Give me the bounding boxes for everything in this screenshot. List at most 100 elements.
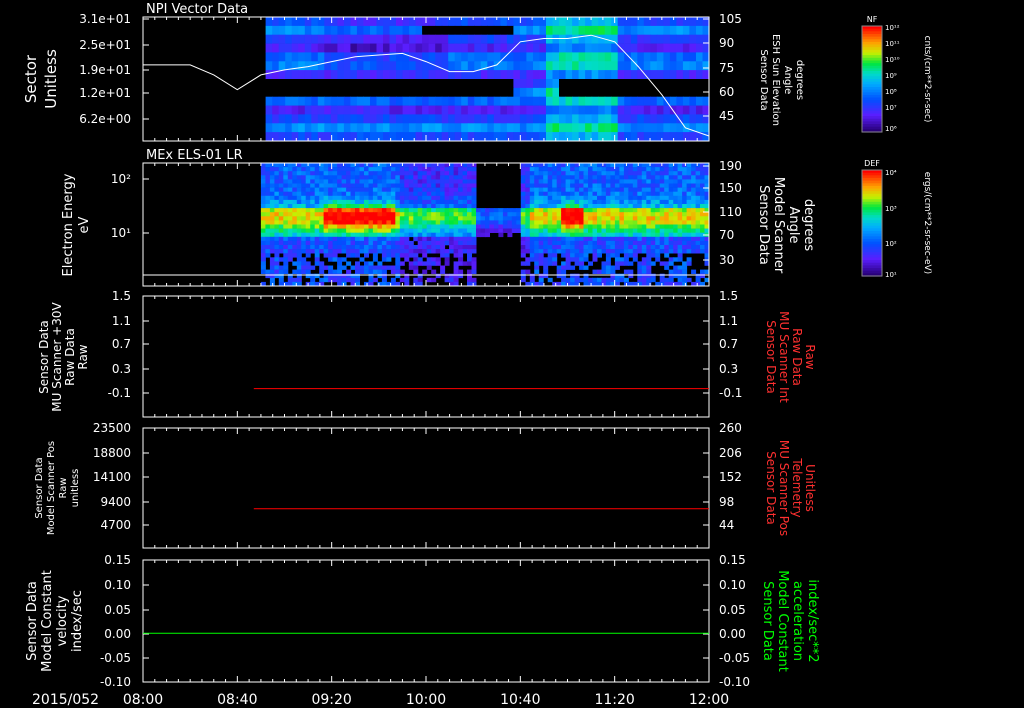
els-cell	[623, 191, 629, 197]
els-cell	[453, 269, 459, 274]
els-cell	[346, 204, 352, 209]
els-cell	[632, 257, 638, 262]
els-cell	[700, 167, 705, 172]
els-cell	[543, 245, 549, 250]
els-cell	[337, 175, 343, 180]
npi-cell	[682, 114, 690, 124]
right-y-axis-label: ESH Sun Elevation	[770, 34, 781, 126]
els-cell	[673, 216, 679, 221]
els-cell	[538, 171, 544, 176]
npi-cell	[598, 123, 606, 133]
npi-cell	[546, 87, 554, 98]
els-cell	[538, 261, 544, 266]
els-cell	[337, 167, 343, 172]
els-cell	[301, 175, 307, 180]
els-cell	[556, 191, 562, 197]
els-cell	[467, 212, 472, 217]
npi-cell	[533, 61, 541, 71]
els-cell	[579, 163, 585, 168]
npi-cell	[500, 87, 508, 98]
els-cell	[413, 183, 419, 188]
els-cell	[305, 240, 311, 246]
y-tick-label: 1.1	[112, 314, 131, 328]
els-cell	[314, 240, 320, 246]
els-cell	[278, 179, 284, 184]
npi-cell	[454, 25, 462, 36]
npi-cell	[324, 70, 332, 80]
els-cell	[650, 204, 656, 209]
npi-cell	[467, 87, 475, 98]
els-cell	[592, 167, 598, 172]
els-cell	[292, 232, 298, 238]
els-cell	[570, 240, 576, 246]
npi-cell	[578, 52, 586, 62]
npi-cell	[363, 25, 371, 36]
els-cell	[579, 277, 585, 283]
els-cell	[323, 212, 329, 217]
els-cell	[310, 245, 316, 250]
npi-cell	[435, 25, 443, 36]
els-cell	[422, 183, 428, 188]
els-cell	[597, 183, 602, 188]
npi-cell	[513, 105, 521, 115]
colorbar-tick: 10⁹	[885, 72, 897, 80]
els-cell	[444, 204, 450, 209]
els-cell	[449, 249, 455, 254]
els-cell	[619, 175, 625, 180]
els-cell	[283, 228, 289, 233]
npi-cell	[539, 43, 547, 53]
els-cell	[296, 216, 302, 221]
npi-cell	[396, 61, 404, 71]
right-y-axis-label: Angle	[786, 207, 801, 244]
els-cell	[368, 216, 374, 221]
npi-cell	[637, 25, 645, 36]
npi-cell	[689, 17, 697, 27]
els-cell	[543, 171, 549, 176]
npi-cell	[682, 52, 690, 62]
y-tick-label: -0.05	[100, 651, 131, 665]
els-cell	[614, 240, 620, 246]
npi-cell	[565, 132, 573, 142]
npi-cell	[467, 52, 475, 62]
els-cell	[655, 195, 661, 201]
npi-cell	[272, 52, 280, 62]
els-cell	[355, 195, 360, 201]
els-cell	[632, 163, 638, 168]
els-cell	[292, 171, 298, 176]
npi-cell	[604, 43, 612, 53]
els-cell	[332, 195, 338, 201]
right-y-tick-label: 0.00	[719, 627, 746, 641]
els-cell	[399, 191, 405, 197]
els-cell	[668, 191, 674, 197]
npi-cell	[500, 114, 508, 124]
els-cell	[417, 179, 423, 184]
els-cell	[404, 253, 410, 258]
els-cell	[269, 191, 275, 197]
els-cell	[278, 257, 284, 262]
npi-cell	[330, 61, 338, 71]
els-cell	[646, 224, 652, 229]
els-cell	[467, 249, 472, 254]
els-cell	[646, 175, 652, 180]
els-cell	[547, 232, 553, 238]
npi-cell	[611, 123, 619, 133]
els-cell	[534, 245, 540, 250]
els-cell	[305, 228, 311, 233]
els-cell	[458, 224, 464, 229]
els-cell	[381, 249, 387, 254]
els-cell	[283, 232, 289, 238]
els-cell	[332, 228, 338, 233]
y-tick-label: -0.1	[108, 386, 131, 400]
panel-title: MEx ELS-01 LR	[146, 148, 243, 163]
els-cell	[292, 187, 298, 192]
npi-cell	[565, 52, 573, 62]
npi-cell	[565, 43, 573, 53]
npi-cell	[487, 87, 495, 98]
els-cell	[529, 195, 535, 201]
els-cell	[440, 212, 446, 217]
els-cell	[619, 236, 625, 242]
npi-cell	[565, 70, 573, 80]
els-cell	[637, 179, 643, 184]
els-cell	[597, 171, 602, 176]
npi-cell	[669, 87, 677, 98]
